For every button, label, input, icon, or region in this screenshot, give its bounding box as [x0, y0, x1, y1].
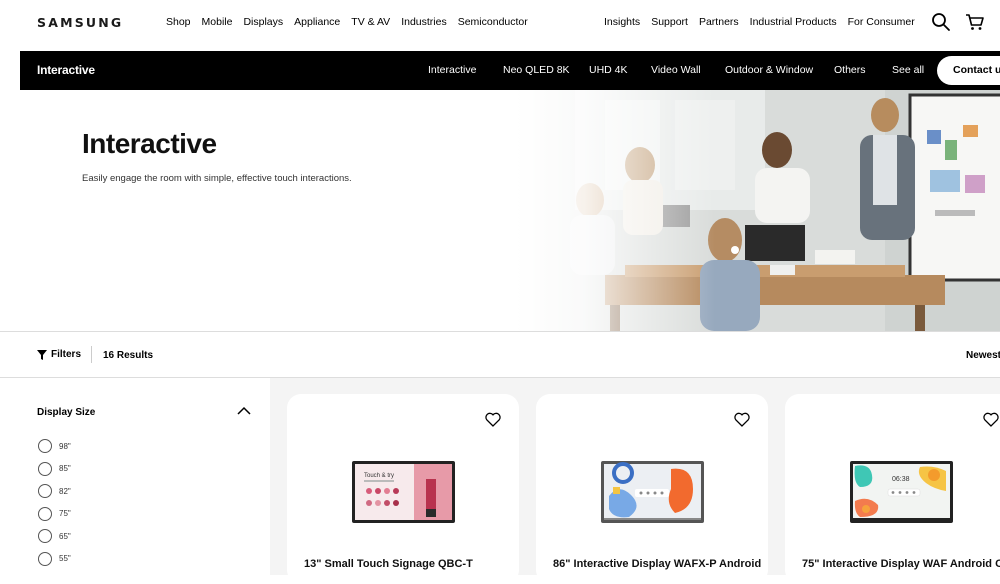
product-name[interactable]: 13" Small Touch Signage QBC-T — [304, 558, 473, 570]
product-card[interactable]: 06:38 75" Interactive Display WAF Androi… — [785, 394, 1000, 584]
filter-icon — [37, 349, 47, 360]
subnav-links: Interactive Neo QLED 8K UHD 4K Video Wal… — [428, 64, 940, 76]
size-option-65[interactable]: 65" — [38, 525, 71, 548]
category-subnav: Interactive Interactive Neo QLED 8K UHD … — [20, 51, 1000, 90]
main-menu: Shop Mobile Displays Appliance TV & AV I… — [166, 16, 528, 28]
results-count: 16 Results — [103, 350, 154, 361]
menu-item-industries[interactable]: Industries — [401, 16, 447, 28]
display-size-heading[interactable]: Display Size — [37, 407, 95, 418]
menu-item-semiconductor[interactable]: Semiconductor — [458, 16, 528, 28]
radio-button[interactable] — [38, 461, 52, 476]
subnav-item-others[interactable]: Others — [834, 64, 892, 76]
radio-button[interactable] — [38, 551, 52, 566]
radio-button[interactable] — [38, 484, 52, 499]
utility-item-industrial-products[interactable]: Industrial Products — [750, 16, 837, 28]
size-option-85[interactable]: 85" — [38, 458, 71, 481]
search-icon[interactable] — [931, 12, 951, 32]
heart-icon[interactable] — [485, 412, 501, 427]
product-card[interactable]: Touch & try 13" Small Touch Signage QBC-… — [287, 394, 519, 584]
filter-divider — [91, 346, 92, 363]
size-label: 65" — [59, 531, 71, 541]
subnav-item-see-all[interactable]: See all — [892, 64, 940, 76]
cart-icon[interactable] — [965, 12, 985, 32]
utility-item-for-consumer[interactable]: For Consumer — [848, 16, 915, 28]
size-option-55[interactable]: 55" — [38, 548, 71, 571]
subnav-item-interactive[interactable]: Interactive — [428, 64, 503, 76]
sort-dropdown[interactable]: Newest — [966, 350, 1000, 361]
heart-icon[interactable] — [734, 412, 750, 427]
screen-text: Touch & try — [364, 473, 394, 479]
contact-us-button[interactable]: Contact us — [937, 56, 1000, 85]
subnav-title[interactable]: Interactive — [37, 63, 95, 77]
size-label: 55" — [59, 554, 71, 564]
heart-icon[interactable] — [983, 412, 999, 427]
menu-item-shop[interactable]: Shop — [166, 16, 191, 28]
subnav-item-uhd-4k[interactable]: UHD 4K — [589, 64, 651, 76]
screen-text: 06:38 — [892, 476, 910, 483]
samsung-logo[interactable]: SAMSUNG — [37, 15, 123, 30]
size-label: 98" — [59, 441, 71, 451]
size-label: 85" — [59, 464, 71, 474]
size-option-82[interactable]: 82" — [38, 480, 71, 503]
menu-item-tv-av[interactable]: TV & AV — [351, 16, 390, 28]
product-name[interactable]: 86" Interactive Display WAFX-P Android — [553, 558, 761, 570]
product-image[interactable]: 06:38 — [850, 461, 953, 523]
product-name[interactable]: 75" Interactive Display WAF Android OS — [802, 558, 1000, 570]
size-label: 82" — [59, 486, 71, 496]
product-grid: Touch & try 13" Small Touch Signage QBC-… — [270, 378, 1000, 584]
menu-item-displays[interactable]: Displays — [243, 16, 283, 28]
menu-item-appliance[interactable]: Appliance — [294, 16, 340, 28]
menu-item-mobile[interactable]: Mobile — [202, 16, 233, 28]
subnav-item-video-wall[interactable]: Video Wall — [651, 64, 725, 76]
utility-item-partners[interactable]: Partners — [699, 16, 739, 28]
size-option-75[interactable]: 75" — [38, 503, 71, 526]
utility-item-insights[interactable]: Insights — [604, 16, 640, 28]
utility-menu: Insights Support Partners Industrial Pro… — [604, 16, 915, 28]
product-card[interactable]: 86" Interactive Display WAFX-P Android — [536, 394, 768, 584]
hero-banner: Interactive Easily engage the room with … — [0, 90, 1000, 331]
filters-button[interactable]: Filters — [37, 349, 81, 360]
radio-button[interactable] — [38, 506, 52, 521]
page-description: Easily engage the room with simple, effe… — [82, 173, 352, 184]
chevron-up-icon[interactable] — [237, 406, 251, 415]
subnav-item-outdoor-window[interactable]: Outdoor & Window — [725, 64, 834, 76]
hero-fade-overlay — [515, 90, 715, 331]
product-image[interactable]: Touch & try — [352, 461, 455, 523]
size-label: 75" — [59, 509, 71, 519]
filter-sidebar: Display Size 98" 85" 82" 75" 65" 55" — [0, 378, 270, 575]
filters-label: Filters — [51, 349, 82, 360]
filter-bar: Filters 16 Results Newest — [0, 331, 1000, 378]
size-option-98[interactable]: 98" — [38, 435, 71, 458]
subnav-item-neo-qled-8k[interactable]: Neo QLED 8K — [503, 64, 589, 76]
radio-button[interactable] — [38, 529, 52, 544]
display-size-options: 98" 85" 82" 75" 65" 55" — [38, 435, 71, 570]
global-nav: SAMSUNG Shop Mobile Displays Appliance T… — [0, 0, 1000, 50]
utility-item-support[interactable]: Support — [651, 16, 688, 28]
product-image[interactable] — [601, 461, 704, 523]
radio-button[interactable] — [38, 439, 52, 454]
page-title: Interactive — [82, 128, 217, 159]
